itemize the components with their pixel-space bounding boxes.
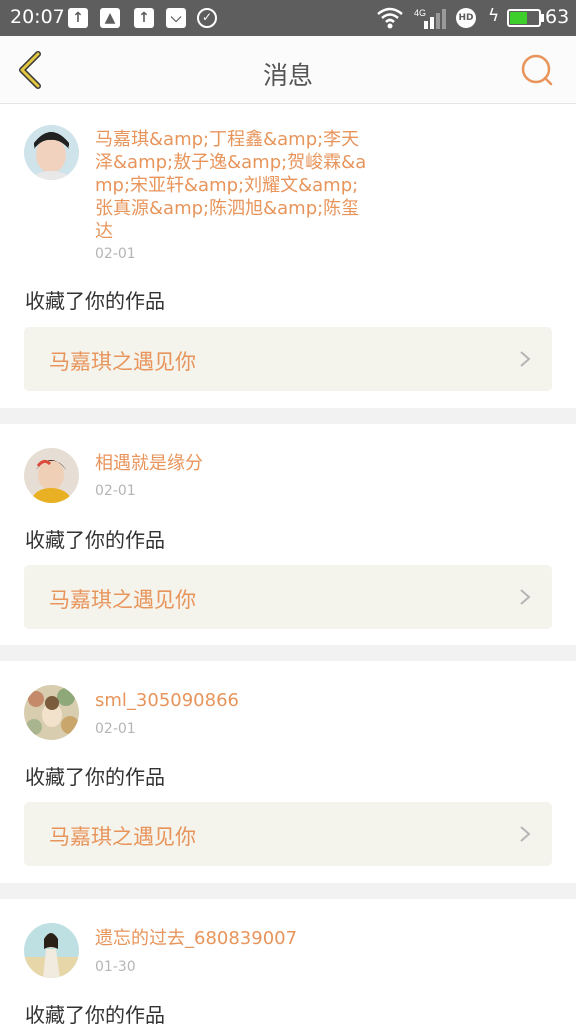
avatar[interactable]	[24, 923, 79, 978]
notification-date: 02-01	[95, 246, 136, 262]
battery-tip	[541, 14, 544, 22]
network-type-label: 4G	[414, 8, 426, 18]
work-title: 马嘉琪之遇见你	[49, 588, 196, 612]
user-name[interactable]: 相遇就是缘分	[95, 452, 375, 475]
avatar[interactable]	[24, 685, 79, 740]
work-link[interactable]: 马嘉琪之遇见你	[24, 327, 552, 391]
wifi-icon	[377, 7, 403, 29]
battery-icon	[507, 9, 541, 27]
upload-icon: ↑	[68, 8, 88, 28]
cell-signal-icon: 4G	[414, 8, 446, 29]
chevron-right-icon	[520, 351, 531, 367]
upload-icon: ↑	[134, 8, 154, 28]
image-icon: ▲	[100, 8, 120, 28]
status-time: 20:07	[10, 6, 65, 28]
notification-date: 02-01	[95, 721, 136, 737]
page-title: 消息	[262, 61, 313, 90]
notification-card: 遗忘的过去_680839007 01-30 收藏了你的作品	[0, 899, 576, 1029]
work-title: 马嘉琪之遇见你	[49, 825, 196, 849]
pocket-icon: ⌵	[166, 8, 186, 28]
user-name[interactable]: 马嘉琪&amp;丁程鑫&amp;李天泽&amp;敖子逸&amp;贺峻霖&amp;…	[95, 128, 375, 243]
notification-action: 收藏了你的作品	[25, 528, 165, 552]
battery-percent: 63	[545, 6, 570, 28]
hd-voice-icon: HD	[456, 8, 476, 28]
notification-card: 马嘉琪&amp;丁程鑫&amp;李天泽&amp;敖子逸&amp;贺峻霖&amp;…	[0, 105, 576, 408]
notification-action: 收藏了你的作品	[25, 289, 165, 313]
charging-icon: ϟ	[488, 6, 500, 26]
user-name[interactable]: sml_305090866	[95, 689, 375, 712]
notification-action: 收藏了你的作品	[25, 765, 165, 789]
notification-date: 02-01	[95, 483, 136, 499]
avatar[interactable]	[24, 448, 79, 503]
work-link[interactable]: 马嘉琪之遇见你	[24, 565, 552, 629]
notification-date: 01-30	[95, 959, 136, 975]
avatar[interactable]	[24, 125, 79, 180]
card-separator	[0, 408, 576, 424]
check-circle-icon: ✓	[197, 8, 217, 28]
user-name[interactable]: 遗忘的过去_680839007	[95, 927, 395, 950]
search-icon[interactable]	[518, 51, 556, 89]
notification-card: 相遇就是缘分 02-01 收藏了你的作品 马嘉琪之遇见你	[0, 424, 576, 645]
work-title: 马嘉琪之遇见你	[49, 350, 196, 374]
battery-fill	[510, 12, 527, 24]
status-bar: 20:07 ↑ ▲ ↑ ⌵ ✓ 4G HD ϟ 63	[0, 0, 576, 36]
nav-bar: 消息	[0, 36, 576, 104]
chevron-right-icon	[520, 826, 531, 842]
card-separator	[0, 883, 576, 899]
work-link[interactable]: 马嘉琪之遇见你	[24, 802, 552, 866]
card-separator	[0, 645, 576, 661]
notification-card: sml_305090866 02-01 收藏了你的作品 马嘉琪之遇见你	[0, 661, 576, 883]
chevron-right-icon	[520, 589, 531, 605]
